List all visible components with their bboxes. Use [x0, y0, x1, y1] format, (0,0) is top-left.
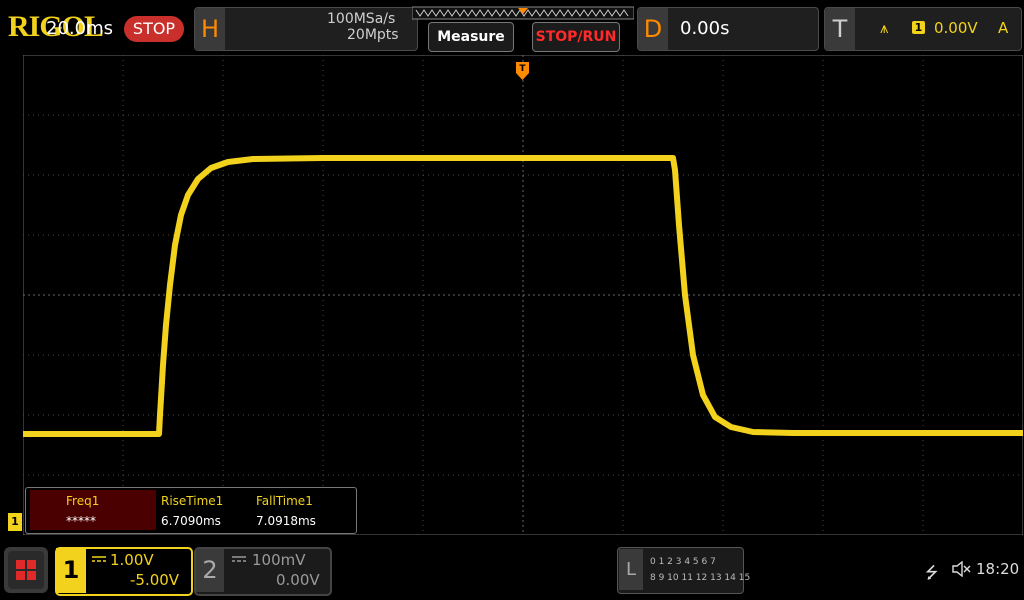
waveform-display[interactable] — [23, 55, 1023, 535]
sample-rate: 100MSa/s — [327, 11, 396, 27]
logic-label: L — [619, 549, 643, 590]
meas-fall-value: 7.0918ms — [256, 514, 316, 528]
horizontal-label: H — [195, 8, 225, 50]
trigger-position-marker[interactable]: T — [516, 62, 529, 80]
measure-button[interactable]: Measure — [428, 22, 514, 52]
speaker-muted-icon[interactable] — [951, 561, 971, 577]
channel2-offset: 0.00V — [276, 571, 320, 589]
meas-rise-label: RiseTime1 — [161, 494, 224, 508]
channel1-scale: 1.00V — [110, 551, 154, 569]
logic-channels-high: 8 9 10 11 12 13 14 15 — [650, 573, 751, 583]
trigger-level: 0.00V — [934, 19, 978, 37]
channel1-offset: -5.00V — [130, 571, 180, 589]
dc-coupling-icon — [232, 556, 246, 562]
run-state-badge[interactable]: STOP — [124, 16, 184, 42]
stop-run-button[interactable]: STOP/RUN — [532, 22, 620, 52]
system-clock: 18:20 — [976, 560, 1020, 578]
ch1-ground-marker[interactable]: 1 — [8, 513, 22, 531]
delay-label: D — [638, 8, 668, 50]
meas-freq-value: ***** — [66, 514, 96, 528]
meas-fall-label: FallTime1 — [256, 494, 313, 508]
channel2-scale: 100mV — [252, 551, 306, 569]
timebase-value: 20.0ms — [46, 18, 113, 39]
rising-edge-icon: ⩚ — [880, 19, 889, 37]
usb-icon: ⭍ — [925, 563, 939, 582]
channel1-number: 1 — [56, 548, 86, 593]
trigger-mode: A — [998, 19, 1009, 37]
home-menu-button[interactable] — [4, 547, 48, 593]
meas-rise-value: 6.7090ms — [161, 514, 221, 528]
dc-coupling-icon — [92, 556, 106, 562]
memory-position-bar — [412, 6, 634, 20]
svg-text:T: T — [519, 64, 526, 74]
trigger-source-badge: 1 — [912, 21, 925, 34]
grid-menu-icon — [8, 551, 44, 589]
delay-value: 0.00s — [680, 18, 730, 39]
memory-depth: 20Mpts — [347, 27, 399, 43]
trigger-label: T — [825, 8, 855, 50]
channel2-number: 2 — [196, 549, 224, 592]
logic-channels-low: 0 1 2 3 4 5 6 7 — [650, 557, 716, 567]
meas-freq-label: Freq1 — [66, 494, 100, 508]
